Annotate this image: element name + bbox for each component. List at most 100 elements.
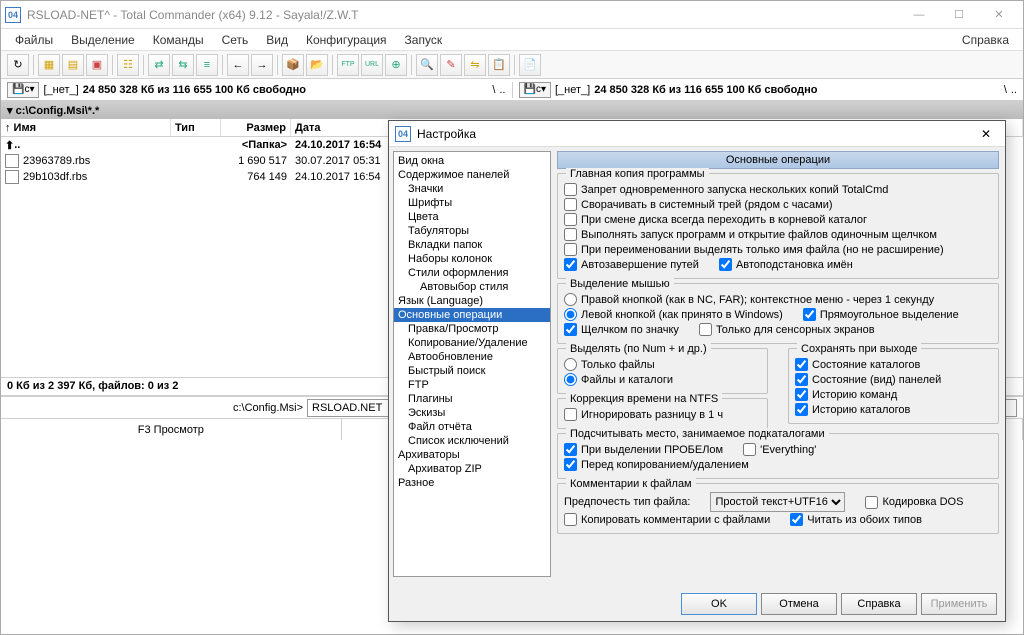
chk-save-panels[interactable]: Состояние (вид) панелей [795, 372, 992, 387]
sync-icon[interactable]: ⇋ [464, 54, 486, 76]
chk-autosubst[interactable]: Автоподстановка имён [719, 257, 853, 272]
tree-item[interactable]: Стили оформления [394, 266, 550, 280]
chk-click-icon[interactable]: Щелчком по значку [564, 322, 679, 337]
drive-root-right[interactable]: \ [1004, 84, 1007, 96]
tree-item[interactable]: Содержимое панелей [394, 168, 550, 182]
pack-icon[interactable]: 📦 [282, 54, 304, 76]
back-icon[interactable]: ← [227, 54, 249, 76]
tree-item[interactable]: Наборы колонок [394, 252, 550, 266]
chk-single-click[interactable]: Выполнять запуск программ и открытие фай… [564, 227, 992, 242]
unpack-icon[interactable]: 📂 [306, 54, 328, 76]
tree-item-selected[interactable]: Основные операции [394, 308, 550, 322]
chk-save-dirs[interactable]: Состояние каталогов [795, 357, 992, 372]
tree-item[interactable]: Автовыбор стиля [394, 280, 550, 294]
menu-selection[interactable]: Выделение [63, 31, 143, 49]
rad-files-only[interactable]: Только файлы [564, 357, 761, 372]
tree-item[interactable]: Язык (Language) [394, 294, 550, 308]
chk-everything[interactable]: 'Everything' [743, 442, 816, 457]
tree-item[interactable]: Вкладки папок [394, 238, 550, 252]
view-brief-icon[interactable]: ▦ [38, 54, 60, 76]
chk-on-space[interactable]: При выделении ПРОБЕЛом [564, 442, 723, 457]
cmdline-prompt: c:\Config.Msi> [7, 402, 307, 414]
view-full-icon[interactable]: ▤ [62, 54, 84, 76]
tree-item[interactable]: Плагины [394, 392, 550, 406]
chk-single-instance[interactable]: Запрет одновременного запуска нескольких… [564, 182, 992, 197]
chk-ignore-1h[interactable]: Игнорировать разницу в 1 ч [564, 407, 761, 422]
chk-dos-encoding[interactable]: Кодировка DOS [865, 495, 963, 510]
menu-net[interactable]: Сеть [214, 31, 257, 49]
tree-item[interactable]: Табуляторы [394, 224, 550, 238]
forward-icon[interactable]: → [251, 54, 273, 76]
drive-root-left[interactable]: \ [492, 84, 495, 96]
drive-up-right[interactable]: .. [1011, 84, 1017, 96]
col-size[interactable]: Размер [221, 119, 291, 136]
chk-autocomplete[interactable]: Автозавершение путей [564, 257, 699, 272]
tree-item[interactable]: Архиваторы [394, 448, 550, 462]
tree-icon[interactable]: ☷ [117, 54, 139, 76]
refresh-icon[interactable]: ↻ [7, 54, 29, 76]
notepad-icon[interactable]: 📄 [519, 54, 541, 76]
chk-read-both[interactable]: Читать из обоих типов [790, 512, 922, 527]
menu-help[interactable]: Справка [954, 31, 1017, 49]
chk-copy-comments[interactable]: Копировать комментарии с файлами [564, 512, 770, 527]
label-prefer-type: Предпочесть тип файла: [564, 496, 690, 508]
tree-item[interactable]: Вид окна [394, 154, 550, 168]
tree-item[interactable]: Файл отчёта [394, 420, 550, 434]
path-left[interactable]: ▾ c:\Config.Msi\*.* [1, 101, 1023, 119]
tree-item[interactable]: Шрифты [394, 196, 550, 210]
rad-right-click[interactable]: Правой кнопкой (как в NC, FAR); контекст… [564, 292, 992, 307]
ok-button[interactable]: OK [681, 593, 757, 615]
rad-left-click[interactable]: Левой кнопкой (как принято в Windows) [564, 307, 783, 322]
tree-item[interactable]: Правка/Просмотр [394, 322, 550, 336]
tree-item[interactable]: Значки [394, 182, 550, 196]
chk-tray[interactable]: Сворачивать в системный трей (рядом с ча… [564, 197, 992, 212]
tree-item[interactable]: Цвета [394, 210, 550, 224]
search-icon[interactable]: 🔍 [416, 54, 438, 76]
menu-commands[interactable]: Команды [145, 31, 212, 49]
col-name[interactable]: ↑ Имя [1, 119, 171, 136]
maximize-button[interactable]: ☐ [939, 3, 979, 27]
thumbnails-icon[interactable]: ▣ [86, 54, 108, 76]
chk-rename-name-only[interactable]: При переименовании выделять только имя ф… [564, 242, 992, 257]
invert-icon[interactable]: ⇄ [148, 54, 170, 76]
ftp-icon[interactable]: FTP [337, 54, 359, 76]
help-button[interactable]: Справка [841, 593, 917, 615]
url-icon[interactable]: URL [361, 54, 383, 76]
drive-c-left[interactable]: 💾 c ▾ [7, 82, 39, 98]
col-ext[interactable]: Тип [171, 119, 221, 136]
target-icon[interactable]: ≡ [196, 54, 218, 76]
chk-rect-select[interactable]: Прямоугольное выделение [803, 307, 959, 322]
compare-icon[interactable]: 📋 [488, 54, 510, 76]
tree-item[interactable]: Эскизы [394, 406, 550, 420]
tree-item[interactable]: Архиватор ZIP [394, 462, 550, 476]
close-button[interactable]: ✕ [979, 3, 1019, 27]
drive-free-right: 24 850 328 Кб из 116 655 100 Кб свободно [594, 84, 817, 96]
swap-icon[interactable]: ⇆ [172, 54, 194, 76]
menu-start[interactable]: Запуск [397, 31, 451, 49]
dialog-close-button[interactable]: ✕ [973, 124, 999, 144]
tree-item[interactable]: FTP [394, 378, 550, 392]
chk-save-cmd-history[interactable]: Историю команд [795, 387, 992, 402]
tree-item[interactable]: Список исключений [394, 434, 550, 448]
multirename-icon[interactable]: ✎ [440, 54, 462, 76]
menu-view[interactable]: Вид [258, 31, 296, 49]
f3-button[interactable]: F3 Просмотр [1, 419, 342, 440]
cancel-button[interactable]: Отмена [761, 593, 837, 615]
tree-item[interactable]: Быстрый поиск [394, 364, 550, 378]
drive-up-left[interactable]: .. [499, 84, 505, 96]
tree-item[interactable]: Автообновление [394, 350, 550, 364]
tree-item[interactable]: Копирование/Удаление [394, 336, 550, 350]
apply-button[interactable]: Применить [921, 593, 997, 615]
rad-files-and-dirs[interactable]: Файлы и каталоги [564, 372, 761, 387]
tree-item[interactable]: Разное [394, 476, 550, 490]
chk-before-copy[interactable]: Перед копированием/удалением [564, 457, 992, 472]
drive-c-right[interactable]: 💾 c ▾ [519, 82, 551, 98]
chk-touch-only[interactable]: Только для сенсорных экранов [699, 322, 875, 337]
menu-config[interactable]: Конфигурация [298, 31, 395, 49]
menu-files[interactable]: Файлы [7, 31, 61, 49]
select-comment-type[interactable]: Простой текст+UTF16 [710, 492, 845, 512]
chk-save-dir-history[interactable]: Историю каталогов [795, 402, 992, 417]
ftp-new-icon[interactable]: ⊕ [385, 54, 407, 76]
minimize-button[interactable]: — [899, 3, 939, 27]
chk-root-on-change[interactable]: При смене диска всегда переходить в корн… [564, 212, 992, 227]
